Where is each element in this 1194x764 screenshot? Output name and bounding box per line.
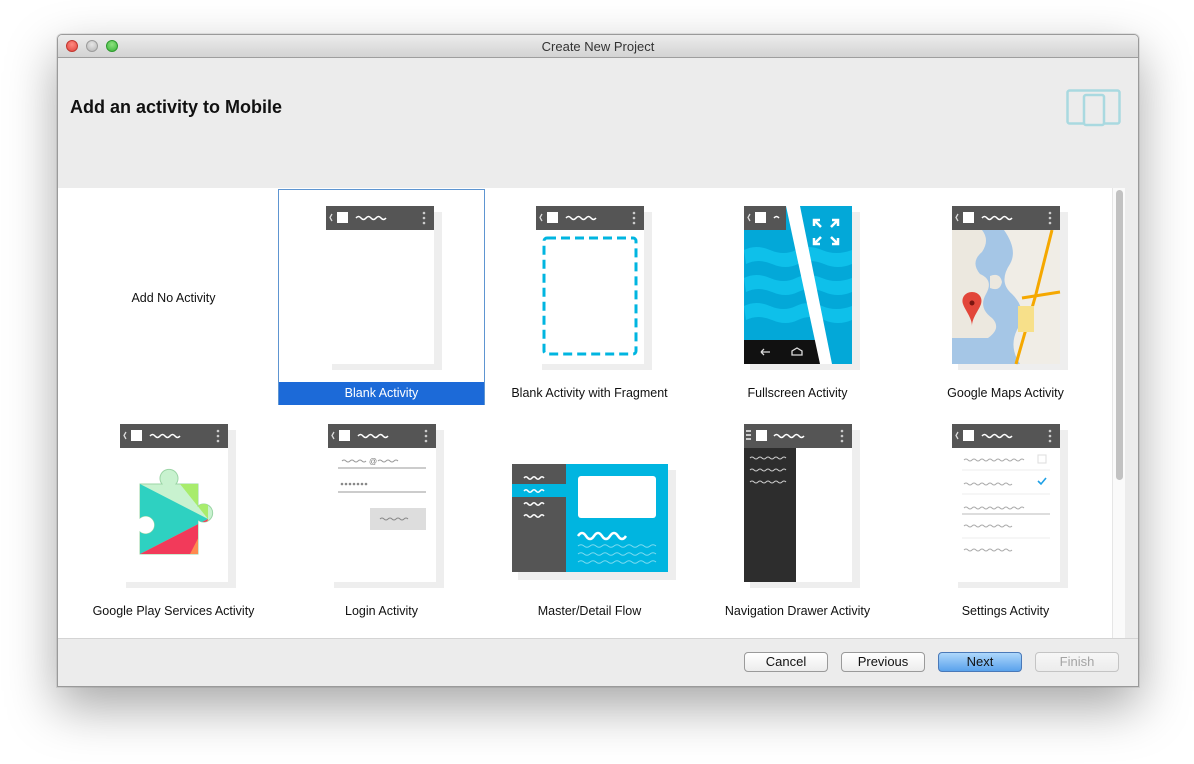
cancel-button[interactable]: Cancel: [744, 652, 828, 672]
wizard-footer: Cancel Previous Next Finish: [58, 638, 1138, 686]
activity-label: Navigation Drawer Activity: [724, 604, 871, 618]
navigation-drawer-thumbnail: [744, 424, 860, 588]
activity-tile-settings-activity[interactable]: Settings Activity: [902, 407, 1109, 623]
activity-label: Fullscreen Activity: [747, 386, 848, 400]
activity-tile-google-maps-activity[interactable]: Google Maps Activity: [902, 189, 1109, 405]
activity-tile-fullscreen-activity[interactable]: Fullscreen Activity: [694, 189, 901, 405]
activity-label: Blank Activity: [279, 382, 484, 405]
page-title: Add an activity to Mobile: [70, 97, 283, 117]
title-bar[interactable]: Create New Project: [58, 35, 1138, 58]
wizard-header: Add an activity to Mobile: [58, 58, 1138, 188]
google-play-services-thumbnail: [120, 424, 236, 588]
activity-tile-google-play-services-activity[interactable]: Google Play Services Activity: [70, 407, 277, 623]
activity-tile-master-detail-flow[interactable]: Master/Detail Flow: [486, 407, 693, 623]
scrollbar-thumb[interactable]: [1116, 190, 1123, 480]
fragment-activity-thumbnail: [536, 206, 652, 370]
activity-label: Master/Detail Flow: [537, 604, 642, 618]
activity-tile-blank-activity-with-fragment[interactable]: Blank Activity with Fragment: [486, 189, 693, 405]
window-title: Create New Project: [541, 39, 655, 54]
login-activity-thumbnail: @: [328, 424, 444, 588]
activity-label: Google Play Services Activity: [92, 604, 255, 618]
activity-label: Add No Activity: [131, 291, 216, 305]
previous-button[interactable]: Previous: [841, 652, 925, 672]
activity-tile-login-activity[interactable]: @ Login Activity: [278, 407, 485, 623]
activity-label: Settings Activity: [961, 604, 1050, 618]
finish-button: Finish: [1035, 652, 1119, 672]
activity-tile-add-no-activity[interactable]: Add No Activity: [70, 189, 277, 405]
activity-tile-navigation-drawer-activity[interactable]: Navigation Drawer Activity: [694, 407, 901, 623]
activity-label: Login Activity: [345, 604, 418, 618]
next-button[interactable]: Next: [938, 652, 1022, 672]
blank-activity-thumbnail: [326, 206, 442, 370]
activity-label: Google Maps Activity: [947, 386, 1064, 400]
settings-activity-thumbnail: [952, 424, 1068, 588]
activity-gallery: Add No Activity Blank Activity Blank Act…: [58, 188, 1112, 638]
gallery-scrollbar[interactable]: [1112, 188, 1125, 638]
devices-icon: [1066, 89, 1121, 127]
activity-label: Blank Activity with Fragment: [511, 386, 668, 400]
create-new-project-window: Create New Project Add an activity to Mo…: [57, 34, 1139, 687]
svg-text:@: @: [369, 457, 377, 466]
activity-tile-blank-activity[interactable]: Blank Activity: [278, 189, 485, 405]
google-maps-activity-thumbnail: [952, 206, 1068, 370]
master-detail-thumbnail: [512, 464, 676, 580]
fullscreen-activity-thumbnail: [744, 206, 860, 370]
